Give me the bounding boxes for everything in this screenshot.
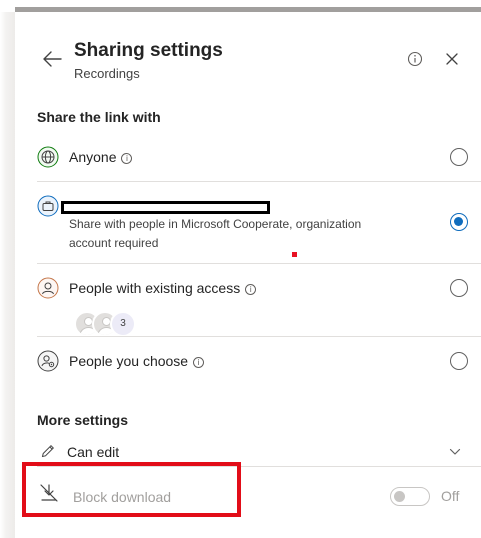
radio-existing-access[interactable] xyxy=(450,279,468,297)
redacted-organization-name xyxy=(61,201,270,214)
avatar-count: 3 xyxy=(110,311,136,337)
option-existing-access[interactable]: People with existing access i 3 xyxy=(30,275,481,337)
avatar-group[interactable]: 3 xyxy=(74,311,144,339)
close-button[interactable] xyxy=(445,52,459,66)
person-icon xyxy=(37,277,59,299)
annotation-dot xyxy=(292,252,297,257)
globe-icon xyxy=(37,146,59,168)
option-organization[interactable]: Share with people in Microsoft Cooperate… xyxy=(30,193,481,253)
radio-anyone[interactable] xyxy=(450,148,468,166)
more-settings-title: More settings xyxy=(37,412,129,428)
can-edit-dropdown[interactable]: Can edit xyxy=(30,440,481,464)
info-icon[interactable]: i xyxy=(193,357,205,368)
info-icon xyxy=(407,51,423,67)
back-button[interactable] xyxy=(41,49,63,69)
can-edit-label: Can edit xyxy=(67,444,120,460)
option-anyone[interactable]: Anyone i xyxy=(30,144,481,172)
radio-organization[interactable] xyxy=(450,213,468,231)
info-icon[interactable]: i xyxy=(245,284,257,295)
briefcase-icon xyxy=(37,195,59,217)
option-anyone-label: Anyone i xyxy=(69,149,133,165)
divider xyxy=(37,263,481,264)
page-subtitle: Recordings xyxy=(74,66,140,81)
block-download-label: Block download xyxy=(73,489,172,505)
close-icon xyxy=(446,53,458,65)
option-people-you-choose[interactable]: People you choose i xyxy=(30,348,481,376)
page-title: Sharing settings xyxy=(74,40,223,61)
radio-people-you-choose[interactable] xyxy=(450,352,468,370)
chevron-down-icon xyxy=(449,448,461,455)
arrow-left-icon xyxy=(43,51,62,67)
share-section-title: Share the link with xyxy=(37,109,161,125)
option-people-you-choose-label: People you choose i xyxy=(69,353,205,369)
background-shade xyxy=(0,12,15,538)
info-button[interactable] xyxy=(407,51,423,67)
download-blocked-icon xyxy=(40,484,58,502)
pencil-icon xyxy=(41,444,55,458)
divider xyxy=(37,336,481,337)
info-icon[interactable]: i xyxy=(121,153,133,164)
option-existing-access-label: People with existing access i xyxy=(69,280,257,296)
toggle-knob xyxy=(394,491,405,502)
people-gear-icon xyxy=(37,350,59,372)
toggle-state-label: Off xyxy=(441,488,460,504)
divider xyxy=(37,181,481,182)
option-organization-description: Share with people in Microsoft Cooperate… xyxy=(69,217,362,250)
divider xyxy=(37,466,481,467)
block-download-toggle[interactable] xyxy=(390,487,430,506)
